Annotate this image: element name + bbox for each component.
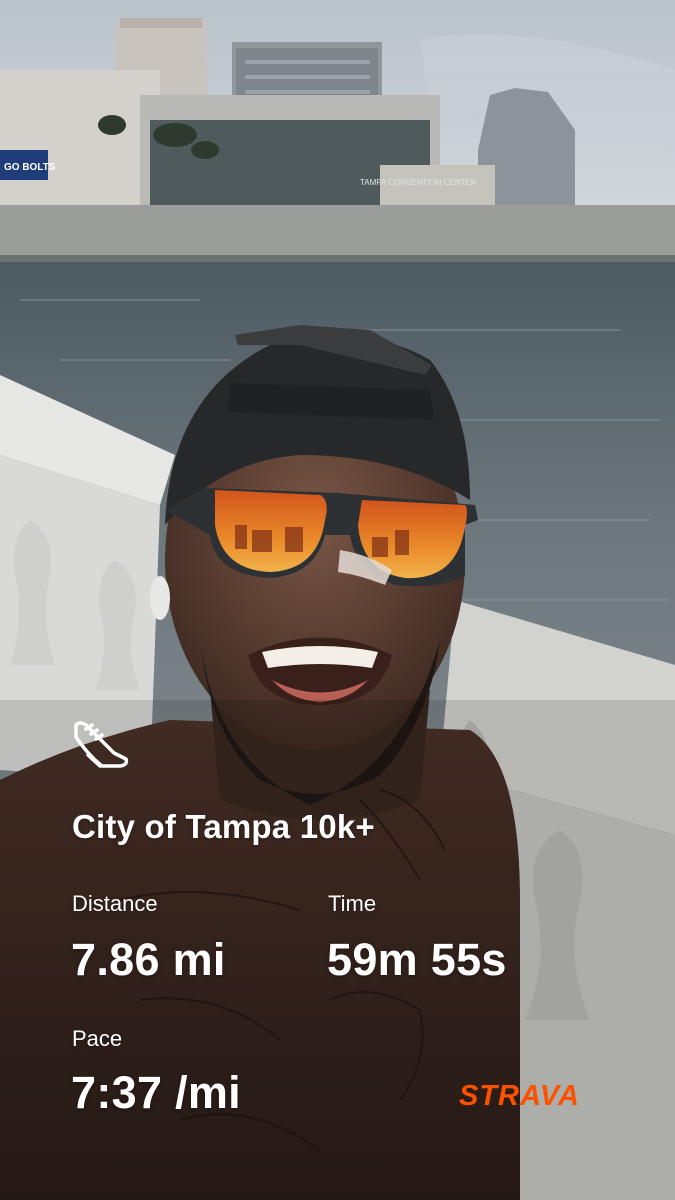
running-shoe-icon: [70, 715, 130, 771]
time-label: Time: [328, 891, 377, 916]
distance-label: Distance: [72, 891, 158, 916]
strava-logo: STRAVA: [459, 1080, 580, 1112]
pace-label: Pace: [72, 1026, 123, 1051]
pace-value: 7:37 /mi: [71, 1067, 241, 1118]
activity-overlay: City of Tampa 10k+ Distance 7.86 mi Time…: [0, 0, 675, 1200]
time-value: 59m 55s: [327, 934, 507, 985]
activity-title: City of Tampa 10k+: [72, 808, 375, 845]
distance-value: 7.86 mi: [71, 934, 226, 985]
